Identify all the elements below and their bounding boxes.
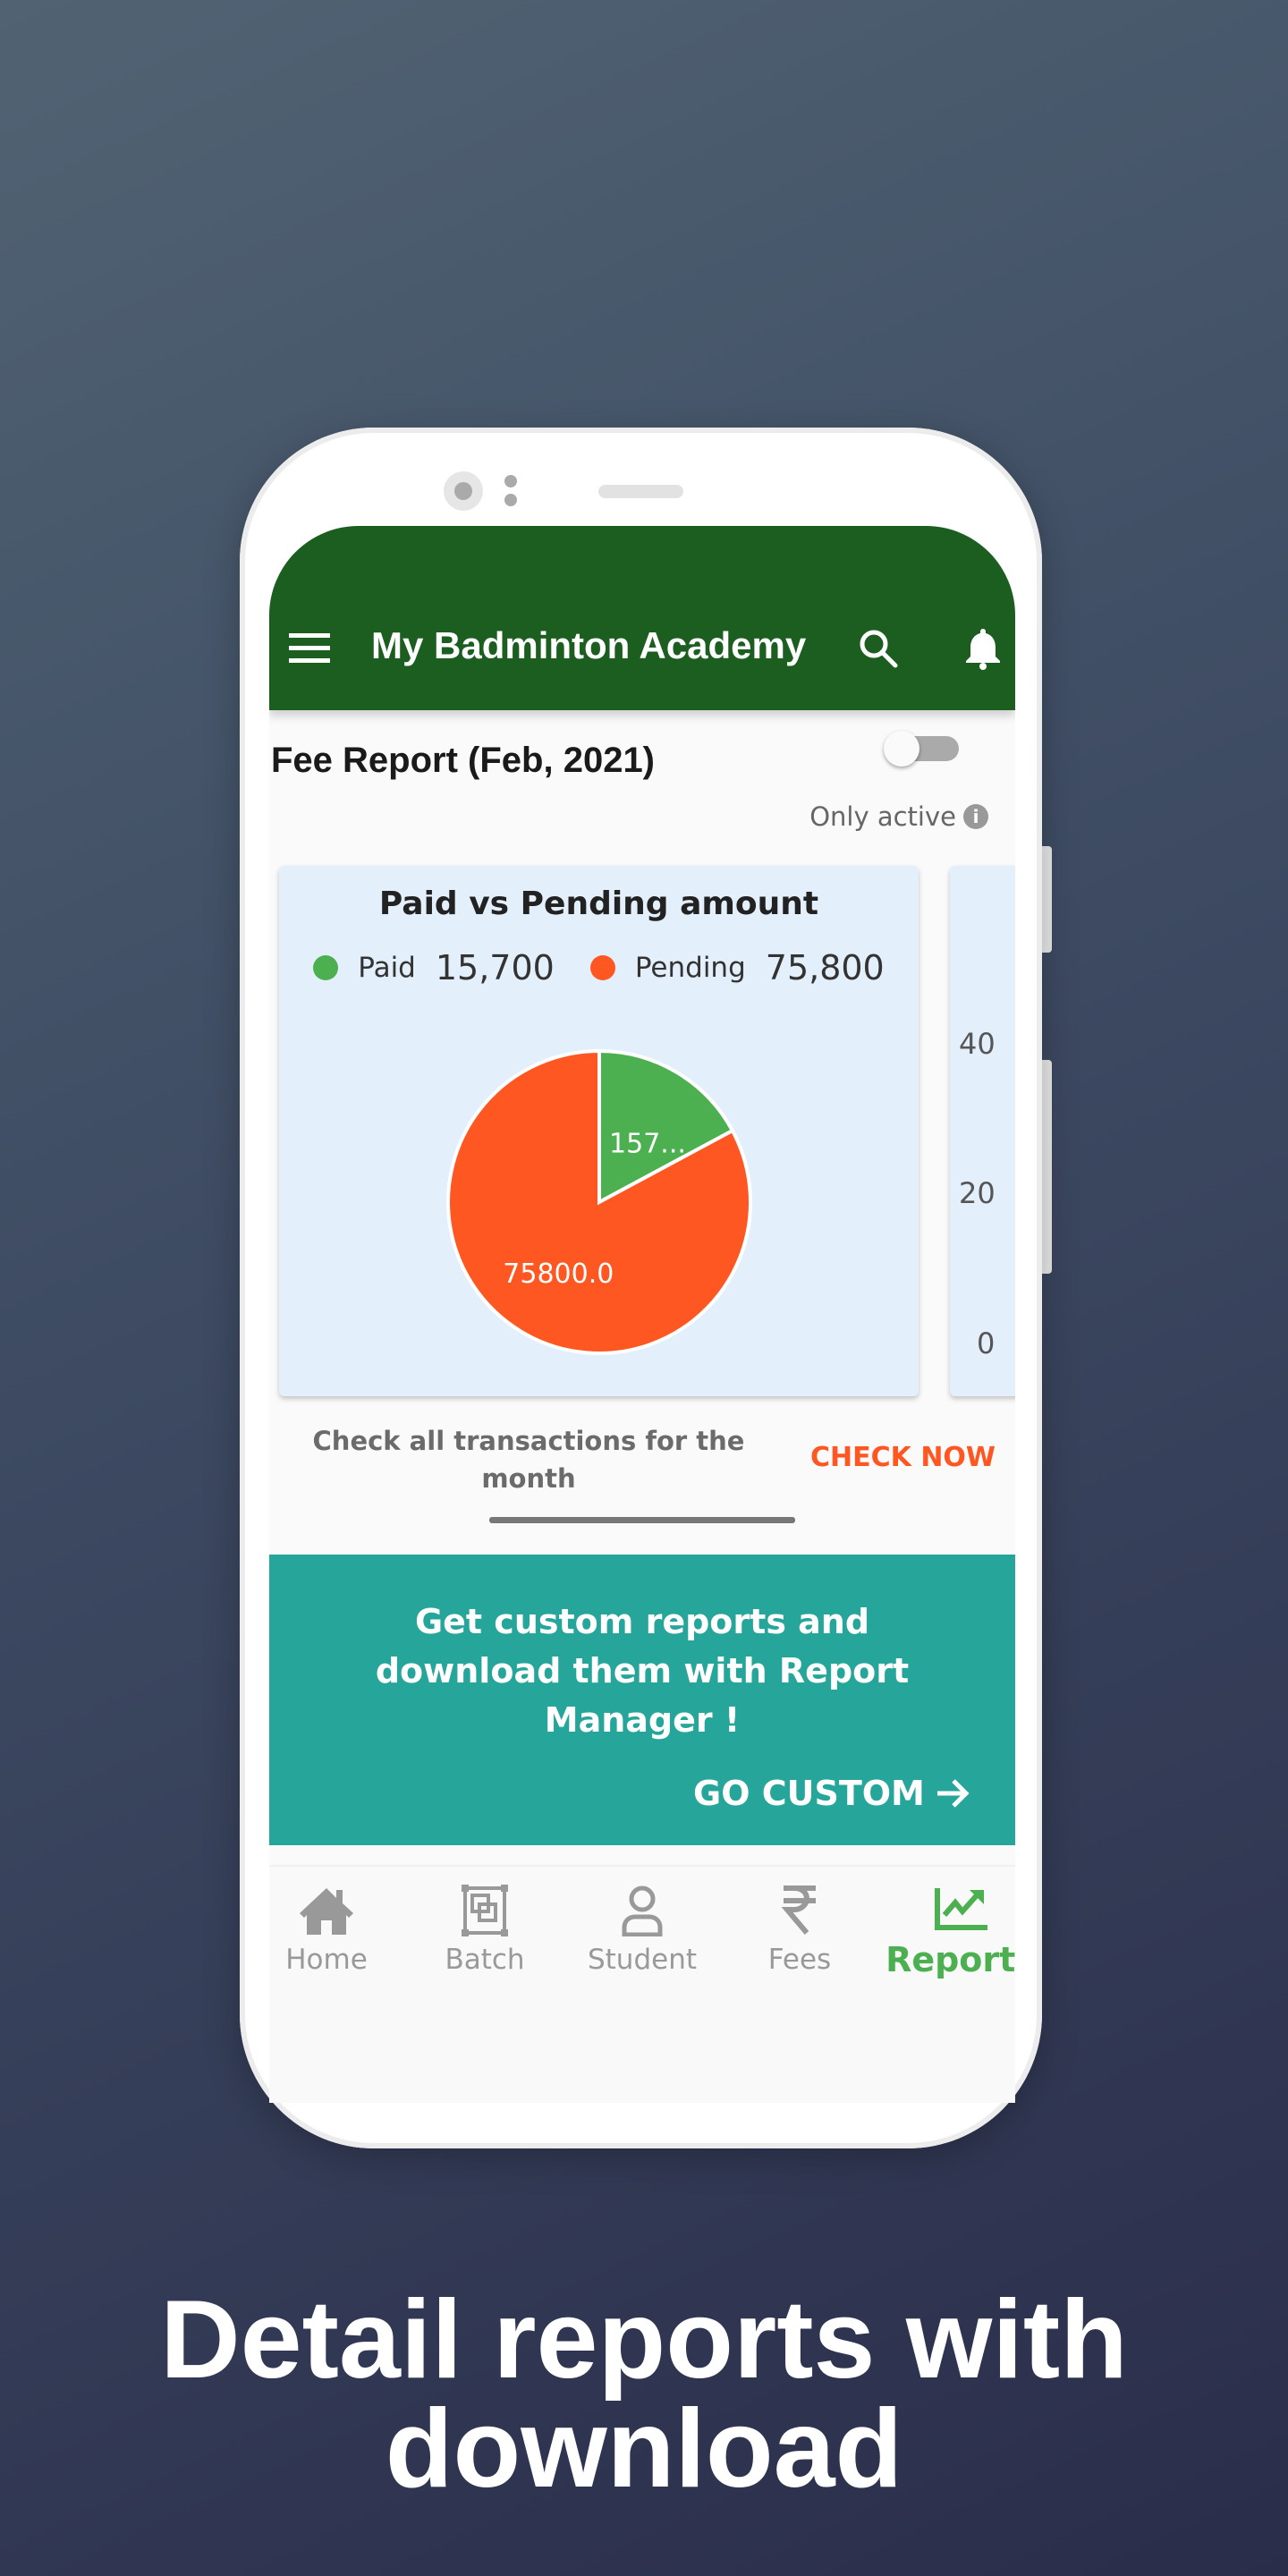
bell-icon[interactable] xyxy=(963,626,1003,671)
only-active-text: Only active xyxy=(809,801,956,832)
chart-trend-icon xyxy=(935,1888,987,1930)
nav-label: Batch xyxy=(445,1944,525,1976)
check-transactions-text: Check all transactions for the month xyxy=(312,1426,745,1494)
pie-chart: 157... 75800.0 xyxy=(446,1048,752,1355)
paid-vs-pending-card: Paid vs Pending amount Paid 15,700 Pendi… xyxy=(279,866,919,1396)
y-tick-label: 20 xyxy=(959,1176,996,1210)
check-now-button[interactable]: CHECK NOW xyxy=(810,1442,996,1473)
report-manager-banner: Get custom reports and download them wit… xyxy=(269,1555,1015,1845)
only-active-label: Only active i xyxy=(809,801,988,832)
app-bar: My Badminton Academy xyxy=(269,526,1015,710)
nav-student[interactable]: Student xyxy=(566,1885,718,1976)
y-tick-label: 0 xyxy=(977,1326,996,1360)
caption-line-2: download xyxy=(385,2387,903,2511)
pie-label-paid: 157... xyxy=(609,1129,686,1160)
nav-reports[interactable]: Reports xyxy=(885,1885,1015,1979)
arrow-right-icon xyxy=(936,1779,970,1808)
nav-batch[interactable]: Batch xyxy=(409,1885,561,1976)
rupee-icon xyxy=(781,1885,816,1935)
nav-fees[interactable]: Fees xyxy=(724,1885,876,1976)
app-title: My Badminton Academy xyxy=(371,624,807,666)
carousel-indicator xyxy=(489,1517,795,1523)
batch-icon xyxy=(462,1885,508,1936)
phone-speaker xyxy=(598,485,683,498)
person-icon xyxy=(622,1885,663,1936)
nav-home[interactable]: Home xyxy=(269,1885,402,1976)
banner-text: Get custom reports and download them wit… xyxy=(375,1602,910,1740)
caption-line-1: Detail reports with xyxy=(160,2278,1128,2402)
app-screen: My Badminton Academy Fee Report (Feb, 20… xyxy=(269,526,1015,2103)
pie-label-pending: 75800.0 xyxy=(503,1258,614,1290)
go-custom-button[interactable]: GO CUSTOM xyxy=(693,1774,971,1813)
menu-icon[interactable] xyxy=(289,633,330,664)
only-active-toggle[interactable] xyxy=(884,731,962,767)
go-custom-label: GO CUSTOM xyxy=(693,1774,925,1813)
phone-side-button xyxy=(1042,1060,1052,1274)
bottom-nav: Home Batch Student Fees Reports xyxy=(269,1865,1015,2103)
y-tick-label: 40 xyxy=(959,1027,996,1061)
promo-caption: Detail reports with download xyxy=(0,2278,1288,2511)
nav-label: Fees xyxy=(767,1944,832,1976)
phone-sensor xyxy=(504,475,517,487)
page-title: Fee Report (Feb, 2021) xyxy=(271,741,656,780)
phone-sensor xyxy=(504,494,517,506)
nav-label: Home xyxy=(285,1944,368,1976)
nav-label: Reports xyxy=(886,1940,1015,1979)
phone-camera xyxy=(444,471,483,511)
phone-side-button xyxy=(1042,846,1052,953)
nav-label: Student xyxy=(587,1944,698,1976)
info-icon[interactable]: i xyxy=(963,804,988,829)
home-icon xyxy=(300,1888,353,1935)
search-icon[interactable] xyxy=(858,628,899,669)
second-chart-card[interactable]: 40 20 0 xyxy=(950,866,1015,1396)
